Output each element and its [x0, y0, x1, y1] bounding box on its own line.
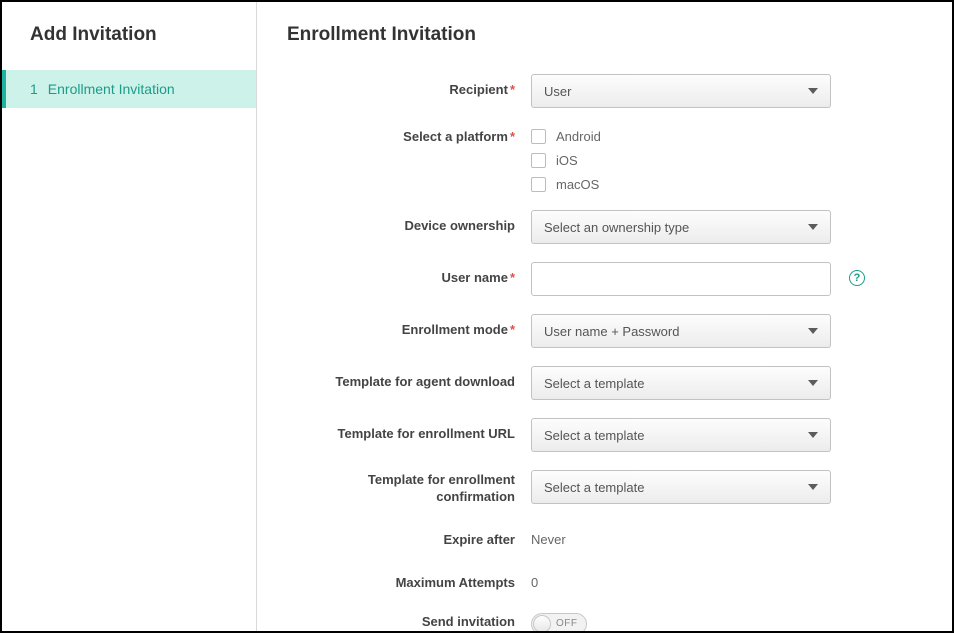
select-template-confirm[interactable]: Select a template [531, 470, 831, 504]
chevron-down-icon [808, 432, 818, 438]
select-ownership[interactable]: Select an ownership type [531, 210, 831, 244]
row-expire-after: Expire after Never [287, 524, 922, 549]
select-recipient[interactable]: User [531, 74, 831, 108]
checkbox-icon [531, 129, 546, 144]
label-ownership: Device ownership [287, 210, 531, 244]
help-icon[interactable]: ? [849, 270, 865, 286]
row-template-agent: Template for agent download Select a tem… [287, 366, 922, 400]
select-recipient-value: User [544, 84, 571, 99]
label-max-attempts: Maximum Attempts [287, 567, 531, 592]
chevron-down-icon [808, 224, 818, 230]
label-enrollment-mode: Enrollment mode* [287, 314, 531, 348]
required-asterisk: * [510, 270, 515, 285]
label-platform: Select a platform* [287, 126, 531, 192]
value-expire-after: Never [531, 524, 566, 547]
select-template-url[interactable]: Select a template [531, 418, 831, 452]
row-template-url: Template for enrollment URL Select a tem… [287, 418, 922, 452]
row-username: User name* ? [287, 262, 922, 296]
row-recipient: Recipient* User [287, 74, 922, 108]
row-template-confirm: Template for enrollment confirmation Sel… [287, 470, 922, 506]
chevron-down-icon [808, 380, 818, 386]
select-template-confirm-value: Select a template [544, 480, 644, 495]
label-template-url: Template for enrollment URL [287, 418, 531, 452]
step-number: 1 [30, 81, 38, 97]
row-enrollment-mode: Enrollment mode* User name + Password [287, 314, 922, 348]
select-ownership-value: Select an ownership type [544, 220, 689, 235]
required-asterisk: * [510, 322, 515, 337]
row-ownership: Device ownership Select an ownership typ… [287, 210, 922, 244]
select-template-agent-value: Select a template [544, 376, 644, 391]
chevron-down-icon [808, 484, 818, 490]
toggle-send-invitation[interactable]: OFF [531, 613, 587, 631]
sidebar: Add Invitation 1 Enrollment Invitation [2, 2, 257, 631]
required-asterisk: * [510, 82, 515, 97]
sidebar-title: Add Invitation [2, 24, 256, 70]
checkbox-android[interactable]: Android [531, 129, 601, 144]
label-recipient: Recipient* [287, 74, 531, 108]
page-title: Enrollment Invitation [287, 24, 922, 46]
select-enrollment-mode[interactable]: User name + Password [531, 314, 831, 348]
chevron-down-icon [808, 328, 818, 334]
platform-checkbox-group: Android iOS macOS [531, 126, 601, 192]
checkbox-icon [531, 153, 546, 168]
select-enrollment-mode-value: User name + Password [544, 324, 679, 339]
select-template-url-value: Select a template [544, 428, 644, 443]
toggle-knob [533, 615, 551, 631]
row-send-invitation: Send invitation OFF [287, 610, 922, 631]
label-send-invitation: Send invitation [287, 610, 531, 631]
input-username[interactable] [531, 262, 831, 296]
select-template-agent[interactable]: Select a template [531, 366, 831, 400]
required-asterisk: * [510, 129, 515, 144]
label-template-confirm: Template for enrollment confirmation [287, 470, 531, 506]
row-platform: Select a platform* Android iOS macOS [287, 126, 922, 192]
toggle-state-label: OFF [556, 618, 578, 629]
chevron-down-icon [808, 88, 818, 94]
app-container: Add Invitation 1 Enrollment Invitation E… [0, 0, 954, 633]
label-template-agent: Template for agent download [287, 366, 531, 400]
checkbox-macos[interactable]: macOS [531, 177, 601, 192]
checkbox-icon [531, 177, 546, 192]
row-max-attempts: Maximum Attempts 0 [287, 567, 922, 592]
step-enrollment-invitation[interactable]: 1 Enrollment Invitation [2, 70, 256, 108]
step-label: Enrollment Invitation [48, 81, 175, 97]
checkbox-ios[interactable]: iOS [531, 153, 601, 168]
label-expire-after: Expire after [287, 524, 531, 549]
value-max-attempts: 0 [531, 567, 538, 590]
label-username: User name* [287, 262, 531, 296]
main-panel: Enrollment Invitation Recipient* User Se… [257, 2, 952, 631]
